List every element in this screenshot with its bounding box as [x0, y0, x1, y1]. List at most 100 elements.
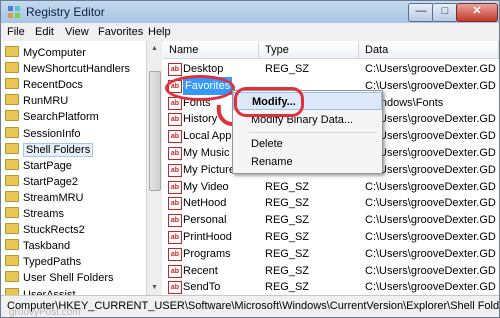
key-tree[interactable]: MyComputer NewShortcutHandlers RecentDocs R… — [1, 41, 162, 295]
folder-icon — [5, 239, 19, 251]
tree-item[interactable]: SearchPlatform — [5, 109, 99, 126]
tree-item-label: SearchPlatform — [23, 111, 99, 124]
value-row[interactable]: ab PrintHood REG_SZ C:\Users\grooveDexter.G… — [163, 228, 499, 246]
folder-icon — [5, 255, 19, 267]
context-menu-rename[interactable]: Rename — [233, 153, 382, 171]
reg-sz-icon: ab — [168, 214, 182, 228]
reg-sz-icon: ab — [168, 231, 182, 244]
value-name: Recent — [183, 264, 218, 277]
folder-icon — [5, 62, 19, 74]
tree-item[interactable]: UserAssist — [5, 287, 76, 295]
tree-item[interactable]: RecentDocs — [5, 77, 83, 94]
reg-sz-icon: ab — [168, 147, 182, 160]
tree-item-label: StreamMRU — [23, 191, 84, 204]
value-name: Programs — [183, 247, 231, 260]
tree-item-label: StartPage — [23, 159, 72, 172]
folder-icon — [5, 223, 19, 235]
tree-item[interactable]: User Shell Folders — [5, 270, 113, 287]
reg-sz-icon: ab — [168, 63, 182, 76]
column-header-name[interactable]: Name — [163, 41, 259, 59]
folder-icon — [5, 207, 19, 218]
column-header-data[interactable]: Data — [359, 41, 499, 59]
tree-item-label: RunMRU — [23, 95, 69, 108]
scrollbar-thumb[interactable] — [149, 71, 161, 191]
tree-item-label: MyComputer — [23, 47, 86, 59]
tree-item-label: NewShortcutHandlers — [23, 63, 130, 76]
tree-item-label: StartPage2 — [23, 175, 79, 188]
registry-editor-window: Registry Editor — □ ✕ File Edit View Fav… — [0, 0, 500, 318]
context-menu-delete[interactable]: Delete — [233, 135, 382, 153]
value-data: C:\Users\grooveDexter.GD — [365, 214, 496, 227]
menu-edit[interactable]: Edit — [35, 26, 54, 38]
value-row[interactable]: ab Recent REG_SZ C:\Users\grooveDexter.GD — [163, 262, 499, 280]
value-data: C:\Users\grooveDexter.GD — [365, 197, 496, 210]
column-header-type[interactable]: Type — [259, 41, 359, 59]
scroll-down-icon[interactable]: ▼ — [147, 280, 162, 295]
tree-item[interactable]: RunMRU — [5, 93, 68, 110]
tree-item[interactable]: StartPage — [5, 158, 72, 175]
tree-scrollbar[interactable]: ▲ ▼ — [146, 41, 162, 295]
menu-help[interactable]: Help — [148, 26, 171, 38]
tree-item-label: Taskband — [23, 240, 71, 253]
value-data: C:\Users\grooveDexter.GD — [365, 247, 496, 260]
folder-icon — [5, 190, 19, 202]
tree-item[interactable]: StuckRects2 — [5, 222, 85, 239]
value-type: REG_SZ — [265, 231, 310, 243]
value-type: REG_SZ — [265, 63, 310, 75]
value-data: C:\Users\grooveDexter.GD — [365, 63, 496, 75]
menu-favorites[interactable]: Favorites — [98, 26, 143, 38]
value-row[interactable]: ab Personal REG_SZ C:\Users\grooveDexter.GD — [163, 211, 499, 229]
reg-sz-icon: ab — [168, 130, 182, 144]
folder-icon — [5, 142, 19, 154]
tree-item[interactable]: SessionInfo — [5, 126, 80, 143]
tree-item-label: RecentDocs — [23, 79, 83, 92]
tree-item-label: User Shell Folders — [23, 272, 114, 285]
menu-file[interactable]: File — [7, 26, 25, 38]
tree-item-label: SessionInfo — [23, 127, 81, 140]
folder-icon — [5, 174, 19, 186]
tree-item[interactable]: NewShortcutHandlers — [5, 61, 130, 78]
tree-item[interactable]: StartPage2 — [5, 174, 78, 191]
title-bar[interactable]: Registry Editor — □ ✕ — [1, 1, 499, 24]
value-type: REG_SZ — [265, 197, 310, 210]
value-type: REG_SZ — [265, 180, 310, 193]
tree-item-label: Shell Folders — [23, 142, 94, 157]
value-data: C:\Users\grooveDexter.GD — [365, 79, 496, 92]
tree-item[interactable]: Shell Folders — [5, 142, 94, 159]
value-data: C:\Users\grooveDexter.GD — [365, 113, 496, 126]
value-row[interactable]: ab My Video REG_SZ C:\Users\grooveDexter.GD — [163, 178, 499, 196]
value-name: NetHood — [183, 197, 227, 210]
value-row[interactable]: ab Programs REG_SZ C:\Users\grooveDexter.GD — [163, 245, 499, 263]
value-data: C:\Users\grooveDexter.GD — [365, 130, 496, 143]
tree-item[interactable]: StreamMRU — [5, 190, 84, 207]
folder-icon — [5, 46, 19, 57]
maximize-button[interactable]: □ — [432, 3, 458, 22]
close-button[interactable]: ✕ — [456, 3, 498, 22]
value-row[interactable]: ab NetHood REG_SZ C:\Users\grooveDexter.GD — [163, 194, 499, 212]
value-name: SendTo — [183, 281, 221, 294]
window-title: Registry Editor — [26, 5, 105, 19]
folder-icon — [5, 158, 19, 170]
value-name: PrintHood — [183, 231, 232, 243]
context-menu-separator — [249, 132, 377, 133]
value-name: My Video — [183, 180, 229, 193]
reg-sz-icon: ab — [168, 264, 182, 278]
scroll-up-icon[interactable]: ▲ — [147, 41, 162, 56]
reg-sz-icon: ab — [168, 180, 182, 194]
value-row[interactable]: ab SendTo REG_SZ C:\Users\grooveDexter.GD — [163, 278, 499, 295]
tree-item[interactable]: MyComputer — [5, 45, 86, 62]
reg-sz-icon: ab — [168, 281, 182, 295]
tree-item[interactable]: Streams — [5, 206, 64, 223]
folder-icon — [5, 94, 19, 106]
reg-sz-icon: ab — [168, 247, 182, 261]
value-data: C:\Users\grooveDexter.GD — [365, 147, 496, 159]
value-type: REG_SZ — [265, 214, 310, 227]
value-data: C:\Users\grooveDexter.GD — [365, 264, 496, 277]
reg-sz-icon: ab — [168, 113, 182, 127]
menu-view[interactable]: View — [65, 26, 89, 38]
minimize-button[interactable]: — — [408, 3, 434, 22]
reg-sz-icon: ab — [168, 197, 182, 211]
value-data: C:\Users\grooveDexter.GD — [365, 281, 496, 294]
tree-item[interactable]: TypedPaths — [5, 254, 81, 271]
tree-item[interactable]: Taskband — [5, 238, 70, 255]
